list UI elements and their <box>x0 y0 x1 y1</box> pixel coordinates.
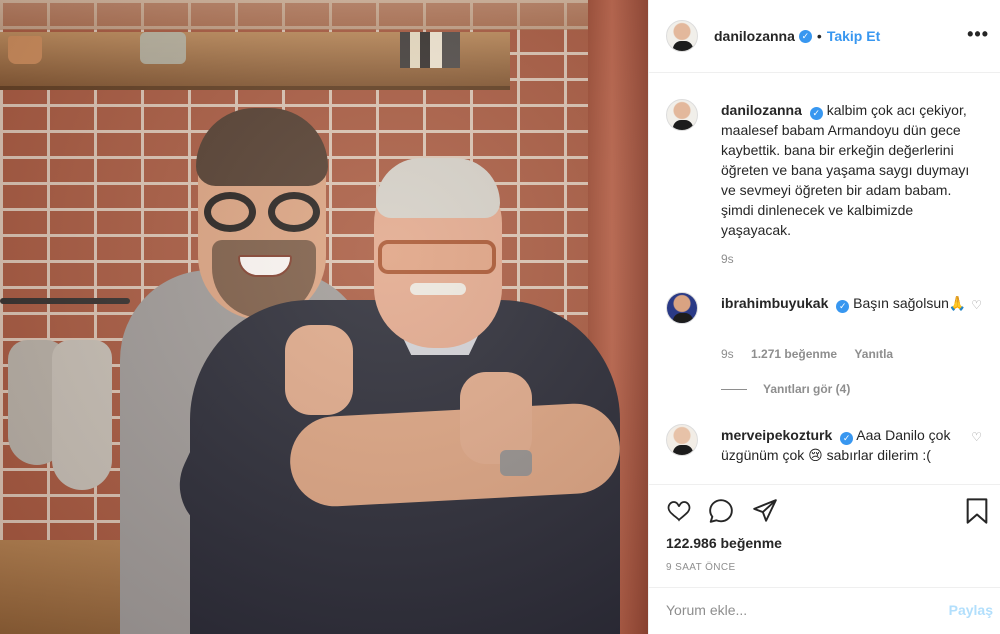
follow-button[interactable]: Takip Et <box>827 28 880 44</box>
caption-text: kalbim çok acı çekiyor, maalesef babam A… <box>721 102 970 238</box>
caption-avatar[interactable] <box>666 99 698 131</box>
comment-like-heart-icon[interactable]: ♡ <box>971 298 982 312</box>
comment-username[interactable]: merveipekozturk <box>721 427 832 443</box>
header-separator: • <box>816 28 822 44</box>
comment-meta: 9s 1.271 beğenme Yanıtla <box>721 347 907 361</box>
comment-text-block: ibrahimbuyukak ✓ Başın sağolsun🙏 <box>721 293 986 313</box>
commenter-avatar[interactable] <box>666 292 698 324</box>
verified-badge-icon: ✓ <box>809 107 823 120</box>
post-sidebar: danilozanna ✓ • Takip Et ••• danilozanna… <box>648 0 1000 634</box>
comment-likes[interactable]: 1.271 beğenme <box>751 347 837 361</box>
replies-line <box>721 388 747 390</box>
view-replies-label: Yanıtları gör (4) <box>763 382 851 396</box>
comments-section[interactable]: danilozanna ✓ kalbim çok acı çekiyor, ma… <box>649 74 1000 484</box>
post-timestamp[interactable]: 9 SAAT ÖNCE <box>666 562 736 573</box>
comment-input[interactable] <box>666 602 936 618</box>
verified-badge-icon: ✓ <box>798 29 812 43</box>
likes-count[interactable]: 122.986 beğenme <box>666 535 782 551</box>
commenter-avatar[interactable] <box>666 424 698 456</box>
caption-time[interactable]: 9s <box>721 252 734 266</box>
verified-badge-icon: ✓ <box>840 432 854 445</box>
author-username[interactable]: danilozanna <box>714 28 795 44</box>
caption-meta: 9s <box>721 252 748 266</box>
post-comment-button[interactable]: Paylaş <box>949 602 993 618</box>
heart-icon[interactable] <box>663 495 695 527</box>
comment-like-heart-icon[interactable]: ♡ <box>971 430 982 444</box>
more-options-icon[interactable]: ••• <box>967 25 989 43</box>
post-actions: 122.986 beğenme 9 SAAT ÖNCE Paylaş <box>649 484 1000 634</box>
caption-text-block: danilozanna ✓ kalbim çok acı çekiyor, ma… <box>721 100 986 240</box>
reply-button[interactable]: Yanıtla <box>854 347 893 361</box>
caption-username[interactable]: danilozanna <box>721 102 802 118</box>
share-icon[interactable] <box>749 495 781 527</box>
verified-badge-icon: ✓ <box>836 300 850 313</box>
bookmark-icon[interactable] <box>961 495 993 527</box>
comment-icon[interactable] <box>705 495 737 527</box>
comment-text-block: merveipekozturk ✓ Aaa Danilo çok üzgünüm… <box>721 425 986 465</box>
comment-text: Başın sağolsun🙏 <box>853 295 967 311</box>
view-replies-button[interactable]: Yanıtları gör (4) <box>721 382 850 396</box>
author-avatar[interactable] <box>666 20 698 52</box>
comment-username[interactable]: ibrahimbuyukak <box>721 295 828 311</box>
post-photo[interactable] <box>0 0 648 634</box>
post-header: danilozanna ✓ • Takip Et ••• <box>649 0 1000 73</box>
photo-tint <box>0 0 648 634</box>
add-comment-form: Paylaş <box>649 587 1000 634</box>
comment-time[interactable]: 9s <box>721 347 734 361</box>
